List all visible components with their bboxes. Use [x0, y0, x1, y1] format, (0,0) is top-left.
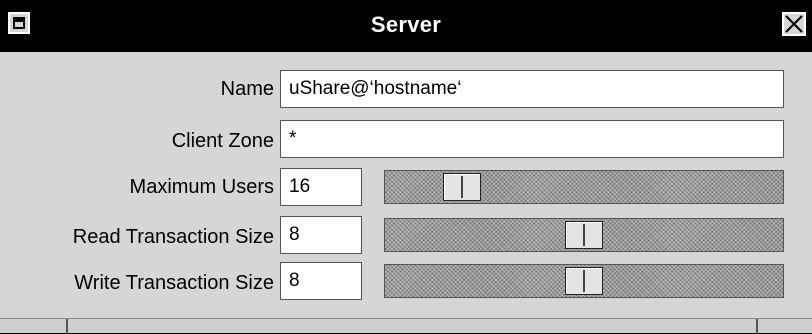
form-area: Name uShare@‘hostname‘ Client Zone * Max…	[0, 52, 812, 333]
bottom-divider-right	[756, 319, 758, 334]
write-transaction-size-slider-thumb[interactable]	[565, 267, 603, 295]
maximum-users-label: Maximum Users	[129, 176, 274, 198]
write-transaction-size-input[interactable]: 8	[280, 262, 362, 300]
client-zone-label: Client Zone	[171, 130, 274, 152]
read-transaction-size-label: Read Transaction Size	[72, 226, 274, 248]
read-transaction-size-slider-thumb[interactable]	[565, 221, 603, 249]
write-transaction-size-label: Write Transaction Size	[74, 272, 274, 294]
close-icon[interactable]	[782, 12, 806, 36]
write-transaction-size-slider[interactable]	[384, 264, 784, 298]
read-transaction-size-slider[interactable]	[384, 218, 784, 252]
name-label: Name	[220, 78, 274, 100]
bottom-divider-left	[66, 319, 68, 334]
maximum-users-slider[interactable]	[384, 170, 784, 204]
maximum-users-slider-thumb[interactable]	[443, 173, 481, 201]
client-zone-input[interactable]: *	[280, 120, 784, 158]
bottom-button-bar	[0, 318, 812, 334]
maximum-users-input[interactable]: 16	[280, 168, 362, 206]
window-title: Server	[370, 12, 442, 37]
title-bar[interactable]: Server	[0, 0, 812, 52]
server-window: Server Name uShare@‘hostname‘ Client Zon…	[0, 0, 812, 334]
read-transaction-size-input[interactable]: 8	[280, 216, 362, 254]
name-input[interactable]: uShare@‘hostname‘	[280, 70, 784, 108]
